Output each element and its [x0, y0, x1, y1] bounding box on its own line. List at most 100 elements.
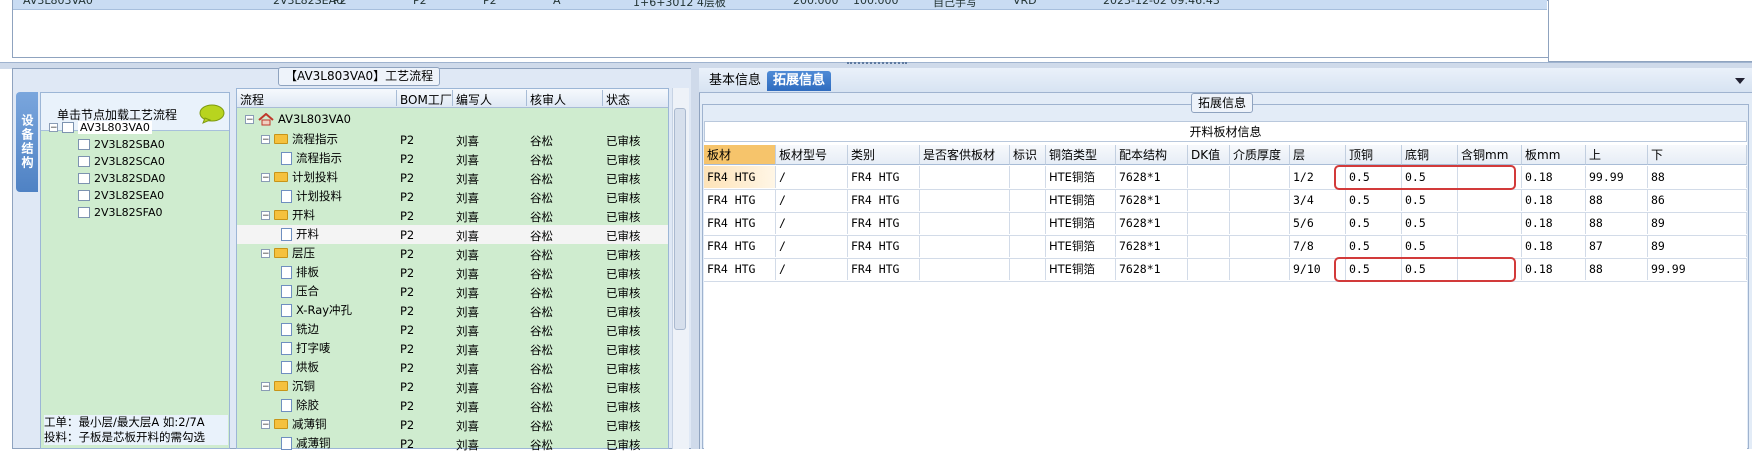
grid-row[interactable]: FR4 HTG / FR4 HTG HTE铜箔 7628*1 3/4 0.5 0.5 0.18 8…: [704, 189, 1747, 213]
grid-column-header[interactable]: DK值: [1188, 145, 1230, 165]
process-step[interactable]: − 流程指示: [261, 131, 338, 147]
collapse-icon[interactable]: −: [261, 134, 270, 144]
nav-child-node[interactable]: 2V3L82SBA0: [78, 138, 165, 151]
grid-cell[interactable]: 88: [1586, 212, 1648, 234]
grid-cell[interactable]: HTE铜箔: [1046, 166, 1116, 188]
grid-column-header[interactable]: 是否客供板材: [920, 145, 1010, 165]
grid-cell[interactable]: FR4 HTG: [848, 189, 920, 211]
grid-cell[interactable]: 89: [1648, 235, 1747, 257]
grid-cell[interactable]: 89: [1648, 212, 1747, 234]
grid-column-header[interactable]: 铜箔类型: [1046, 145, 1116, 165]
collapse-icon[interactable]: −: [261, 172, 270, 182]
grid-cell[interactable]: /: [776, 235, 848, 257]
grid-cell[interactable]: 0.18: [1522, 258, 1586, 280]
process-step[interactable]: 烘板: [281, 359, 319, 375]
grid-cell[interactable]: FR4 HTG: [848, 235, 920, 257]
process-row[interactable]: X-Ray冲孔 P2 刘喜 谷松 已审核: [237, 301, 668, 320]
grid-cell[interactable]: HTE铜箔: [1046, 189, 1116, 211]
process-row[interactable]: 打字唛 P2 刘喜 谷松 已审核: [237, 339, 668, 358]
grid-cell[interactable]: HTE铜箔: [1046, 235, 1116, 257]
top-selected-row[interactable]: AV3L803VA0 2V3L82SEA0 P2 P2 P2 A 1+6+3012 4层板 2…: [13, 0, 1547, 10]
process-step[interactable]: − AV3L803VA0: [245, 112, 351, 126]
grid-cell[interactable]: FR4 HTG: [704, 235, 776, 257]
vertical-splitter[interactable]: [691, 68, 699, 449]
nav-root-node[interactable]: − AV3L803VA0: [49, 121, 152, 134]
grid-cell[interactable]: /: [776, 212, 848, 234]
grid-row[interactable]: FR4 HTG / FR4 HTG HTE铜箔 7628*1 7/8 0.5 0.5 0.18 8…: [704, 235, 1747, 259]
grid-cell[interactable]: HTE铜箔: [1046, 258, 1116, 280]
node-checkbox[interactable]: [78, 173, 90, 184]
grid-cell[interactable]: [920, 258, 1010, 280]
grid-cell[interactable]: 99.99: [1586, 166, 1648, 188]
node-checkbox[interactable]: [78, 190, 90, 201]
grid-cell[interactable]: [1230, 258, 1290, 280]
grid-cell[interactable]: 7/8: [1290, 235, 1346, 257]
nav-child-node[interactable]: 2V3L82SFA0: [78, 206, 162, 219]
grid-cell[interactable]: [1230, 235, 1290, 257]
process-step[interactable]: 开料: [281, 226, 319, 242]
grid-cell[interactable]: [1188, 166, 1230, 188]
grid-cell[interactable]: 0.5: [1402, 212, 1458, 234]
nav-child-node[interactable]: 2V3L82SDA0: [78, 172, 165, 185]
process-step[interactable]: − 沉铜: [261, 378, 315, 394]
grid-column-header[interactable]: 板材: [704, 145, 776, 165]
process-step[interactable]: 压合: [281, 283, 319, 299]
process-step[interactable]: 除胶: [281, 397, 319, 413]
grid-cell[interactable]: 0.5: [1346, 235, 1402, 257]
grid-cell[interactable]: [1458, 189, 1522, 211]
grid-cell[interactable]: [1010, 258, 1046, 280]
grid-column-header[interactable]: 含铜mm: [1458, 145, 1522, 165]
grid-cell[interactable]: FR4 HTG: [848, 212, 920, 234]
grid-cell[interactable]: 0.18: [1522, 235, 1586, 257]
process-step[interactable]: − 减薄铜: [261, 416, 327, 432]
grid-column-header[interactable]: 下: [1648, 145, 1747, 165]
process-row[interactable]: 减薄铜 P2 刘喜 谷松 已审核: [237, 434, 668, 453]
grid-cell[interactable]: 0.5: [1402, 189, 1458, 211]
collapse-icon[interactable]: −: [261, 381, 270, 391]
process-row[interactable]: − AV3L803VA0: [237, 111, 668, 130]
grid-cell[interactable]: FR4 HTG: [848, 166, 920, 188]
process-step[interactable]: − 层压: [261, 245, 315, 261]
process-row[interactable]: 除胶 P2 刘喜 谷松 已审核: [237, 396, 668, 415]
process-scroll-thumb[interactable]: [674, 108, 686, 330]
process-row[interactable]: − 减薄铜 P2 刘喜 谷松 已审核: [237, 415, 668, 434]
process-row[interactable]: − 沉铜 P2 刘喜 谷松 已审核: [237, 377, 668, 396]
grid-cell[interactable]: [1188, 235, 1230, 257]
grid-cell[interactable]: [1230, 166, 1290, 188]
nav-child-node[interactable]: 2V3L82SCA0: [78, 155, 165, 168]
process-row[interactable]: 烘板 P2 刘喜 谷松 已审核: [237, 358, 668, 377]
equipment-structure-tab[interactable]: 设备结构: [16, 92, 38, 192]
grid-cell[interactable]: 87: [1586, 235, 1648, 257]
grid-cell[interactable]: [920, 212, 1010, 234]
grid-cell[interactable]: 5/6: [1290, 212, 1346, 234]
grid-cell[interactable]: /: [776, 166, 848, 188]
process-row[interactable]: − 层压 P2 刘喜 谷松 已审核: [237, 244, 668, 263]
grid-column-header[interactable]: 顶铜: [1346, 145, 1402, 165]
grid-cell[interactable]: 86: [1648, 189, 1747, 211]
grid-cell[interactable]: FR4 HTG: [704, 166, 776, 188]
process-row[interactable]: 压合 P2 刘喜 谷松 已审核: [237, 282, 668, 301]
process-row[interactable]: − 计划投料 P2 刘喜 谷松 已审核: [237, 168, 668, 187]
process-row[interactable]: 排板 P2 刘喜 谷松 已审核: [237, 263, 668, 282]
process-step[interactable]: − 开料: [261, 207, 315, 223]
col-flow-header[interactable]: 流程: [240, 91, 264, 108]
grid-cell[interactable]: 88: [1648, 166, 1747, 188]
node-checkbox[interactable]: [78, 207, 90, 218]
tab-extended-info[interactable]: 拓展信息: [767, 71, 832, 91]
process-step[interactable]: 铣边: [281, 321, 319, 337]
process-step[interactable]: 计划投料: [281, 188, 342, 204]
grid-cell[interactable]: [1230, 189, 1290, 211]
grid-column-header[interactable]: 板mm: [1522, 145, 1586, 165]
grid-cell[interactable]: [1188, 258, 1230, 280]
grid-cell[interactable]: [1010, 189, 1046, 211]
grid-cell[interactable]: 99.99: [1648, 258, 1747, 280]
process-row[interactable]: 开料 P2 刘喜 谷松 已审核: [237, 225, 668, 244]
grid-column-header[interactable]: 介质厚度: [1230, 145, 1290, 165]
col-reviewer-header[interactable]: 核审人: [530, 91, 566, 108]
process-row[interactable]: − 流程指示 P2 刘喜 谷松 已审核: [237, 130, 668, 149]
grid-column-header[interactable]: 类别: [848, 145, 920, 165]
grid-cell[interactable]: 0.5: [1346, 189, 1402, 211]
grid-cell[interactable]: 0.18: [1522, 212, 1586, 234]
grid-column-header[interactable]: 层: [1290, 145, 1346, 165]
grid-cell[interactable]: [920, 189, 1010, 211]
